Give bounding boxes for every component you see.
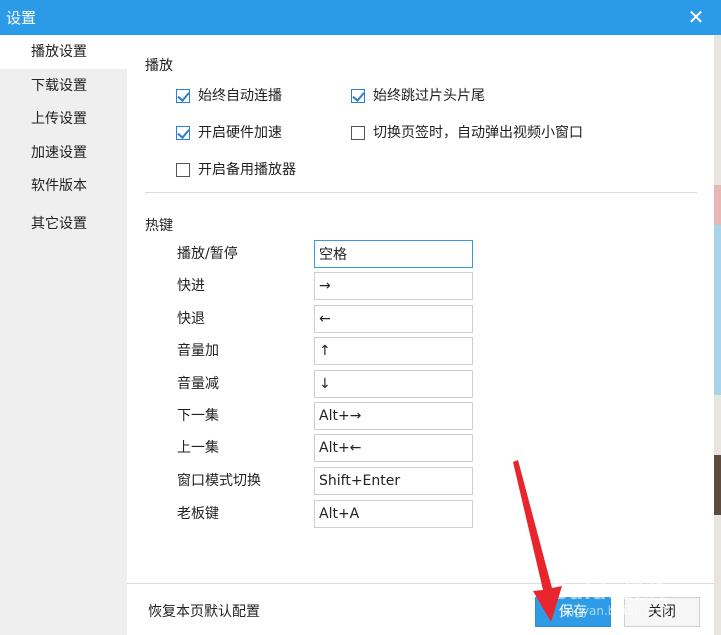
checkbox-label: 始终跳过片头片尾 (373, 88, 485, 104)
restore-defaults-link[interactable]: 恢复本页默认配置 (148, 601, 260, 621)
sidebar-item-version[interactable]: 软件版本 (0, 169, 127, 203)
sidebar-item-upload[interactable]: 上传设置 (0, 102, 127, 136)
hotkey-input-window-mode[interactable] (314, 467, 473, 495)
section-title-playback: 播放 (145, 58, 173, 74)
hotkey-label-previous-episode: 上一集 (177, 440, 219, 456)
hotkey-input-forward[interactable] (314, 272, 473, 300)
hotkey-label-window-mode: 窗口模式切换 (177, 473, 261, 489)
hotkey-label-next-episode: 下一集 (177, 408, 219, 424)
hotkey-input-volume-up[interactable] (314, 337, 473, 365)
hotkey-label-volume-up: 音量加 (177, 343, 219, 359)
hotkey-input-next-episode[interactable] (314, 402, 473, 430)
checkbox-box[interactable] (176, 89, 190, 103)
checkbox-box[interactable] (351, 126, 365, 140)
checkbox-label: 始终自动连播 (198, 88, 282, 104)
window-title: 设置 (6, 9, 37, 27)
settings-content: 播放 始终自动连播 始终跳过片头片尾 开启硬件加速 切换页签时，自动弹出视频小窗… (127, 35, 714, 583)
title-bar: 设置 ✕ (0, 0, 721, 35)
checkbox-label: 开启硬件加速 (198, 125, 282, 141)
checkbox-auto-continue[interactable]: 始终自动连播 (176, 86, 282, 106)
checkbox-label: 开启备用播放器 (198, 162, 296, 178)
hotkey-input-rewind[interactable] (314, 305, 473, 333)
hotkey-input-boss-key[interactable] (314, 500, 473, 528)
watermark-url: jingyan.baidu.com (560, 604, 671, 618)
background-strip (714, 455, 721, 515)
checkbox-skip-intro-outro[interactable]: 始终跳过片头片尾 (351, 86, 485, 106)
watermark-logo: Baidu经验 (552, 580, 667, 605)
checkbox-box[interactable] (176, 163, 190, 177)
hotkey-label-boss-key: 老板键 (177, 506, 219, 522)
hotkey-label-forward: 快进 (177, 278, 205, 294)
close-icon[interactable]: ✕ (685, 6, 707, 28)
sidebar-item-download[interactable]: 下载设置 (0, 69, 127, 103)
checkbox-box[interactable] (176, 126, 190, 140)
background-window-edge (714, 35, 721, 635)
hotkey-label-rewind: 快退 (177, 311, 205, 327)
hotkey-input-previous-episode[interactable] (314, 434, 473, 462)
settings-sidebar: 播放设置 下载设置 上传设置 加速设置 软件版本 其它设置 (0, 35, 127, 635)
checkbox-box[interactable] (351, 89, 365, 103)
checkbox-backup-player[interactable]: 开启备用播放器 (176, 160, 296, 180)
hotkey-label-play-pause: 播放/暂停 (177, 246, 238, 262)
sidebar-item-acceleration[interactable]: 加速设置 (0, 136, 127, 170)
section-title-hotkeys: 热键 (145, 218, 173, 234)
sidebar-item-other[interactable]: 其它设置 (0, 207, 127, 241)
background-strip (714, 185, 721, 225)
background-strip (714, 225, 721, 395)
section-divider (145, 192, 697, 193)
checkbox-popup-mini-window[interactable]: 切换页签时，自动弹出视频小窗口 (351, 123, 583, 143)
checkbox-label: 切换页签时，自动弹出视频小窗口 (373, 125, 583, 141)
checkbox-hardware-acceleration[interactable]: 开启硬件加速 (176, 123, 282, 143)
hotkey-label-volume-down: 音量减 (177, 376, 219, 392)
hotkey-input-volume-down[interactable] (314, 370, 473, 398)
sidebar-item-playback[interactable]: 播放设置 (0, 35, 127, 69)
hotkey-input-play-pause[interactable] (314, 240, 473, 268)
